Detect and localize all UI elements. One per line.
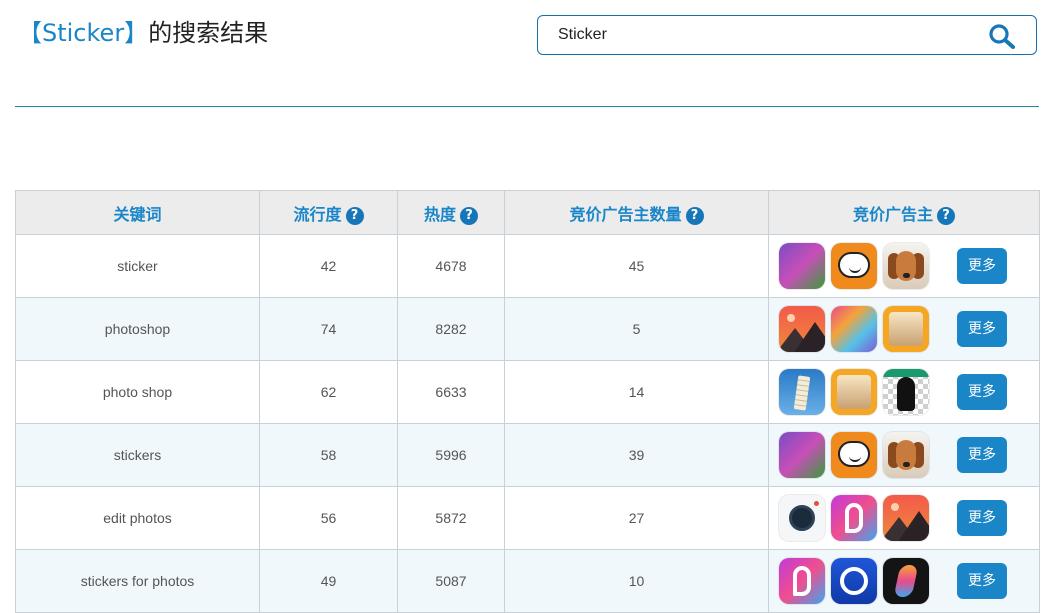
picsart-app-icon[interactable] (831, 495, 877, 541)
header-label: 竞价广告主数量 (569, 204, 682, 224)
search-keyword-title: 【Sticker】 (18, 19, 149, 47)
more-button[interactable]: 更多 (957, 374, 1007, 410)
pro-frame-app-icon[interactable] (883, 306, 929, 352)
more-button[interactable]: 更多 (957, 500, 1007, 536)
cell-advertiser-count: 27 (504, 486, 769, 550)
cell-popularity: 62 (259, 360, 398, 424)
more-button[interactable]: 更多 (957, 311, 1007, 347)
header-label: 竞价广告主 (852, 204, 933, 224)
cell-popularity: 56 (259, 486, 398, 550)
rainbow-photoshop-app-icon[interactable] (831, 306, 877, 352)
cell-popularity: 49 (259, 549, 398, 613)
page-title: 【Sticker】的搜索结果 (18, 16, 268, 50)
cutout-silhouette-app-icon[interactable] (883, 369, 929, 415)
cell-popularity: 42 (259, 234, 398, 298)
cell-keyword: stickers (15, 423, 260, 487)
table-row: photo shop 62 6633 14 更多 (15, 360, 1040, 424)
table-row: sticker 42 4678 45 更多 (15, 234, 1040, 298)
speech-face-app-icon[interactable] (831, 243, 877, 289)
camera-lens-app-icon[interactable] (779, 495, 825, 541)
cell-advertisers: 更多 (768, 423, 1040, 487)
more-button[interactable]: 更多 (957, 563, 1007, 599)
help-icon[interactable]: ? (937, 206, 955, 225)
cell-keyword: photoshop (15, 297, 260, 361)
speech-face-app-icon[interactable] (831, 432, 877, 478)
beagle-dog-app-icon[interactable] (883, 432, 929, 478)
cell-heat: 6633 (397, 360, 505, 424)
princess-sticker-app-icon[interactable] (779, 243, 825, 289)
title-suffix: 的搜索结果 (148, 19, 269, 47)
mountain-gallery-app-icon[interactable] (779, 306, 825, 352)
column-header-keyword: 关键词 (15, 190, 260, 235)
cell-keyword: sticker (15, 234, 260, 298)
search-box (537, 15, 1037, 55)
cell-advertisers: 更多 (768, 360, 1040, 424)
cell-advertisers: 更多 (768, 549, 1040, 613)
table-header-row: 关键词 流行度? 热度? 竞价广告主数量? 竞价广告主? (15, 190, 1040, 235)
cell-heat: 4678 (397, 234, 505, 298)
advertiser-icon-list: 更多 (769, 432, 1039, 478)
cell-heat: 5087 (397, 549, 505, 613)
table-row: edit photos 56 5872 27 更多 (15, 486, 1040, 550)
advertiser-icon-list: 更多 (769, 243, 1039, 289)
help-icon[interactable]: ? (345, 206, 364, 225)
princess-sticker-app-icon[interactable] (779, 432, 825, 478)
cell-advertisers: 更多 (768, 297, 1040, 361)
q-ring-app-icon[interactable] (831, 558, 877, 604)
header-label: 关键词 (113, 204, 162, 224)
help-icon[interactable]: ? (460, 206, 478, 225)
more-button[interactable]: 更多 (957, 437, 1007, 473)
column-header-heat: 热度? (397, 190, 505, 235)
cell-heat: 8282 (397, 297, 505, 361)
cell-advertisers: 更多 (768, 234, 1040, 298)
cell-advertiser-count: 10 (504, 549, 769, 613)
search-icon (989, 24, 1015, 49)
cell-advertiser-count: 39 (504, 423, 769, 487)
cell-keyword: edit photos (15, 486, 260, 550)
picsart-app-icon[interactable] (779, 558, 825, 604)
table-row: stickers 58 5996 39 更多 (15, 423, 1040, 487)
pro-frame-app-icon[interactable] (831, 369, 877, 415)
mountain-gallery-app-icon[interactable] (883, 495, 929, 541)
more-button[interactable]: 更多 (957, 248, 1007, 284)
search-button[interactable] (988, 23, 1016, 49)
column-header-popularity: 流行度? (259, 190, 398, 235)
beagle-dog-app-icon[interactable] (883, 243, 929, 289)
table-row: photoshop 74 8282 5 更多 (15, 297, 1040, 361)
advertiser-icon-list: 更多 (769, 558, 1039, 604)
column-header-advertisers: 竞价广告主? (768, 190, 1040, 235)
table-row: stickers for photos 49 5087 10 更多 (15, 549, 1040, 613)
cell-popularity: 74 (259, 297, 398, 361)
pisa-tower-app-icon[interactable] (779, 369, 825, 415)
advertiser-icon-list: 更多 (769, 306, 1039, 352)
cell-heat: 5996 (397, 423, 505, 487)
cell-advertisers: 更多 (768, 486, 1040, 550)
s-gradient-app-icon[interactable] (883, 558, 929, 604)
keyword-table: 关键词 流行度? 热度? 竞价广告主数量? 竞价广告主? sticker 42 46… (15, 190, 1040, 613)
header-divider (15, 106, 1039, 107)
cell-advertiser-count: 14 (504, 360, 769, 424)
cell-popularity: 58 (259, 423, 398, 487)
search-input[interactable] (550, 20, 986, 50)
cell-advertiser-count: 5 (504, 297, 769, 361)
advertiser-icon-list: 更多 (769, 369, 1039, 415)
cell-heat: 5872 (397, 486, 505, 550)
advertiser-icon-list: 更多 (769, 495, 1039, 541)
cell-keyword: photo shop (15, 360, 260, 424)
cell-advertiser-count: 45 (504, 234, 769, 298)
header-label: 流行度 (293, 204, 342, 224)
header-label: 热度 (423, 204, 456, 224)
help-icon[interactable]: ? (685, 206, 704, 225)
column-header-advertiser-count: 竞价广告主数量? (504, 190, 769, 235)
cell-keyword: stickers for photos (15, 549, 260, 613)
